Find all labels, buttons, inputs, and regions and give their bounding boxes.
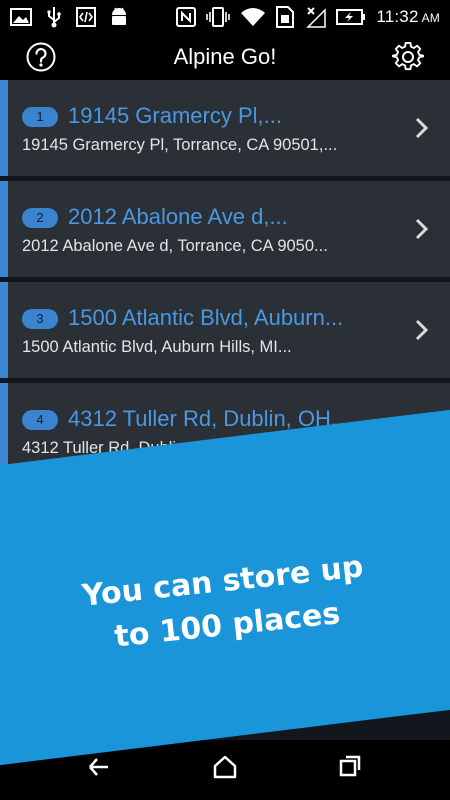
app-title: Alpine Go! (173, 44, 277, 69)
place-index-badge: 2 (22, 208, 58, 228)
gallery-icon (10, 8, 32, 26)
clock-time: 11:32 (376, 7, 419, 26)
status-bar: 11:32 AM (0, 0, 450, 34)
recent-apps-button[interactable] (338, 754, 362, 782)
chevron-right-icon (415, 319, 429, 341)
wifi-icon (240, 7, 266, 27)
clock: 11:32 AM (376, 7, 440, 27)
status-bar-left (10, 0, 129, 34)
place-index-badge: 1 (22, 107, 58, 127)
place-index-badge: 3 (22, 309, 58, 329)
place-row-2[interactable]: 2 2012 Abalone Ave d,... 2012 Abalone Av… (0, 181, 450, 277)
chevron-right-icon (415, 218, 429, 240)
battery-charging-icon (336, 9, 366, 25)
status-bar-right: 11:32 AM (176, 0, 440, 34)
place-title: 1500 Atlantic Blvd, Auburn... (68, 305, 344, 330)
app-header: Alpine Go! (0, 34, 450, 80)
place-row-1[interactable]: 1 19145 Gramercy Pl,... 19145 Gramercy P… (0, 80, 450, 176)
place-address: 19145 Gramercy Pl, Torrance, CA 90501,..… (22, 136, 338, 154)
home-icon (213, 755, 237, 779)
settings-button[interactable] (392, 41, 425, 73)
place-row-3[interactable]: 3 1500 Atlantic Blvd, Auburn... 1500 Atl… (0, 282, 450, 378)
signal-icon (304, 6, 327, 28)
usb-icon (45, 6, 63, 28)
gear-icon (392, 41, 425, 71)
back-icon (89, 758, 108, 776)
clock-ampm: AM (421, 11, 440, 25)
place-index-badge: 4 (22, 410, 58, 430)
sim-icon (276, 6, 295, 28)
back-button[interactable] (85, 754, 113, 784)
app-screen: 11:32AM Alpine Go! 1 19145 Gramercy Pl, (0, 0, 450, 800)
place-title: 2012 Abalone Ave d,... (68, 204, 288, 229)
place-title: 19145 Gramercy Pl,... (68, 103, 282, 128)
vibrate-icon (206, 7, 231, 27)
nfc-icon (176, 7, 197, 27)
recent-apps-icon (339, 755, 361, 777)
code-icon (76, 7, 96, 27)
android-icon (109, 6, 129, 28)
home-button[interactable] (212, 754, 238, 784)
place-address: 1500 Atlantic Blvd, Auburn Hills, MI... (22, 338, 292, 356)
chevron-right-icon (415, 117, 429, 139)
place-address: 2012 Abalone Ave d, Torrance, CA 9050... (22, 237, 328, 255)
